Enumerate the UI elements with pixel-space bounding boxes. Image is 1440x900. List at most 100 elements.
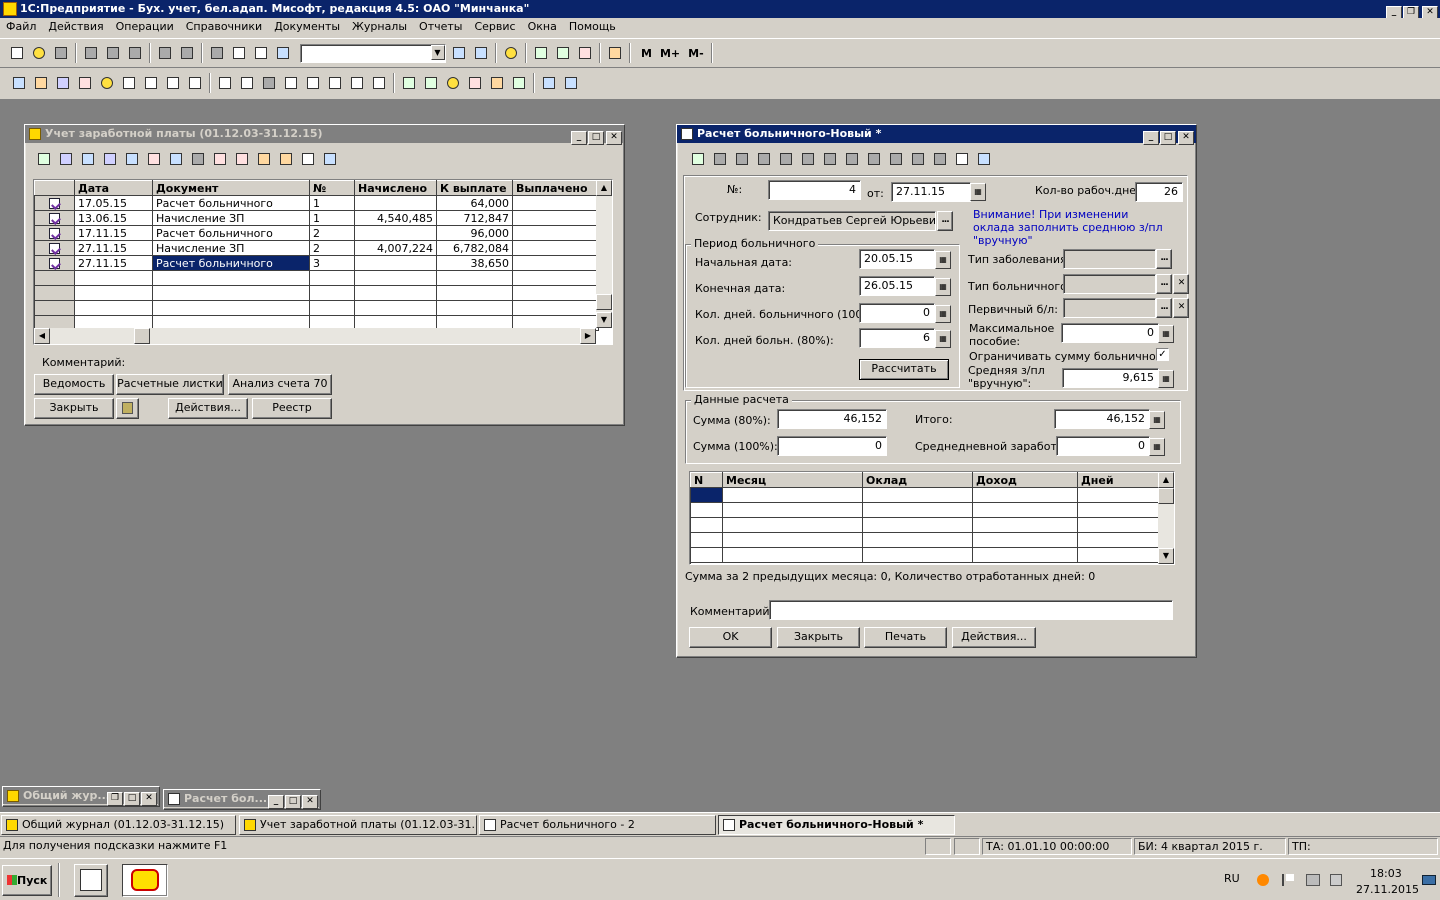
action-center-flag-icon[interactable] <box>1282 874 1294 886</box>
open-icon[interactable] <box>30 44 48 62</box>
memory-button[interactable]: M <box>641 47 652 60</box>
remove-icon[interactable] <box>799 150 817 168</box>
actions-button[interactable]: Действия... <box>952 627 1036 648</box>
postings-icon[interactable] <box>54 74 72 92</box>
insert-row-icon[interactable] <box>711 150 729 168</box>
calculator-icon[interactable]: ▦ <box>1149 438 1165 456</box>
limit-sum-checkbox[interactable]: ✓ <box>1156 348 1169 361</box>
close-icon[interactable]: ✕ <box>606 131 622 145</box>
print-preview-icon[interactable] <box>178 44 196 62</box>
copy-row-icon[interactable] <box>755 150 773 168</box>
menu-directories[interactable]: Справочники <box>180 18 268 36</box>
column-header-number[interactable]: № <box>309 180 355 196</box>
refresh-icon[interactable] <box>540 74 558 92</box>
edit-row-icon[interactable] <box>777 150 795 168</box>
table-row[interactable] <box>690 487 1159 503</box>
1c-icon[interactable] <box>444 74 462 92</box>
whats-this-icon[interactable] <box>321 150 339 168</box>
invoice-icon[interactable] <box>186 74 204 92</box>
edit-document-icon[interactable] <box>101 150 119 168</box>
menu-help[interactable]: Помощь <box>563 18 622 36</box>
help-icon[interactable] <box>953 150 971 168</box>
column-header-accrued[interactable]: Начислено <box>354 180 437 196</box>
maximize-icon[interactable]: □ <box>124 792 140 806</box>
avg-daily-field[interactable]: 0 <box>1056 436 1150 456</box>
paste-icon[interactable] <box>126 44 144 62</box>
primary-sheet-clear-icon[interactable]: ✕ <box>1173 298 1189 318</box>
menu-actions[interactable]: Действия <box>42 18 109 36</box>
report-7-icon[interactable] <box>348 74 366 92</box>
scroll-thumb[interactable] <box>1158 488 1174 504</box>
cash-in-icon[interactable] <box>142 74 160 92</box>
sum80-field[interactable]: 46,152 <box>777 409 887 429</box>
illness-type-select-button[interactable]: ... <box>1156 249 1172 269</box>
window-tab-journal[interactable]: Общий журнал (01.12.03-31.12.15) <box>1 815 236 835</box>
payslips-button[interactable]: Расчетные листки <box>116 374 224 395</box>
avg-manual-field[interactable]: 9,615 <box>1062 368 1159 388</box>
export-icon[interactable] <box>510 74 528 92</box>
print-icon[interactable] <box>156 44 174 62</box>
language-indicator[interactable]: RU <box>1224 872 1240 885</box>
calculator-icon[interactable] <box>531 44 550 62</box>
staff-icon[interactable] <box>422 74 440 92</box>
calculator-icon[interactable]: ▦ <box>935 305 951 323</box>
window-tab-payroll[interactable]: Учет заработной платы (01.12.03-31.1... <box>239 815 477 835</box>
search-prev-icon[interactable] <box>471 44 490 62</box>
close-button[interactable]: Закрыть <box>777 627 860 648</box>
column-header-to-pay[interactable]: К выплате <box>436 180 513 196</box>
calculator-icon[interactable]: ▦ <box>935 330 951 348</box>
copy-icon[interactable] <box>123 150 141 168</box>
memory-minus-button[interactable]: M- <box>688 47 704 60</box>
taskbar-app-button-1c[interactable] <box>122 864 168 897</box>
calendar-icon[interactable]: ▦ <box>935 251 951 269</box>
scroll-down-icon[interactable]: ▼ <box>596 312 612 328</box>
column-header-days[interactable]: Дней <box>1077 472 1159 488</box>
help-icon[interactable] <box>299 150 317 168</box>
end-date-field[interactable]: 26.05.15 <box>859 276 935 296</box>
maximize-icon[interactable]: □ <box>1160 131 1176 145</box>
calculate-button[interactable]: Рассчитать <box>859 359 949 380</box>
minimize-icon[interactable]: _ <box>571 131 587 145</box>
scroll-thumb[interactable] <box>596 294 612 310</box>
menu-documents[interactable]: Документы <box>268 18 346 36</box>
maximize-icon[interactable]: □ <box>588 131 604 145</box>
table-row[interactable] <box>690 547 1159 563</box>
interval-icon[interactable] <box>167 150 185 168</box>
operations-journal-icon[interactable] <box>32 74 50 92</box>
binoculars-icon[interactable] <box>189 150 207 168</box>
statement-button[interactable]: Ведомость <box>34 374 114 395</box>
minimize-icon[interactable]: _ <box>1143 131 1159 145</box>
move-up-icon[interactable] <box>865 150 883 168</box>
start-button[interactable]: Пуск <box>2 865 52 896</box>
copy-icon[interactable] <box>104 44 122 62</box>
workdays-field[interactable]: 26 <box>1135 182 1183 202</box>
table-row[interactable] <box>690 502 1159 518</box>
tree-icon[interactable] <box>277 150 295 168</box>
comment-field[interactable] <box>769 600 1173 620</box>
employee-icon[interactable] <box>400 74 418 92</box>
copy-document-icon[interactable] <box>57 150 75 168</box>
start-date-field[interactable]: 20.05.15 <box>859 249 935 269</box>
account-card-icon[interactable] <box>98 74 116 92</box>
show-desktop-icon[interactable] <box>1422 875 1436 885</box>
total-field[interactable]: 46,152 <box>1054 409 1150 429</box>
column-header-date[interactable]: Дата <box>74 180 153 196</box>
scroll-down-icon[interactable]: ▼ <box>1158 548 1174 564</box>
illness-type-field[interactable] <box>1063 249 1156 269</box>
report-2-icon[interactable] <box>238 74 256 92</box>
volume-muted-icon[interactable] <box>1330 874 1342 886</box>
report-8-icon[interactable] <box>370 74 388 92</box>
ok-button[interactable]: OK <box>689 627 772 648</box>
menu-operations[interactable]: Операции <box>110 18 180 36</box>
column-header-income[interactable]: Доход <box>972 472 1078 488</box>
sick-type-select-button[interactable]: ... <box>1156 274 1172 294</box>
search-combo[interactable]: ▼ <box>299 43 446 63</box>
minimized-window-journal[interactable]: Общий жур... ❐ □ ✕ <box>2 786 160 807</box>
actions-button[interactable]: Действия... <box>168 398 248 419</box>
chevron-down-icon[interactable]: ▼ <box>430 44 445 60</box>
menu-service[interactable]: Сервис <box>468 18 521 36</box>
search-next-icon[interactable] <box>449 44 468 62</box>
account-analysis-button[interactable]: Анализ счета 70 <box>228 374 332 395</box>
table-row[interactable] <box>690 532 1159 548</box>
column-header-n[interactable]: N <box>690 472 723 488</box>
